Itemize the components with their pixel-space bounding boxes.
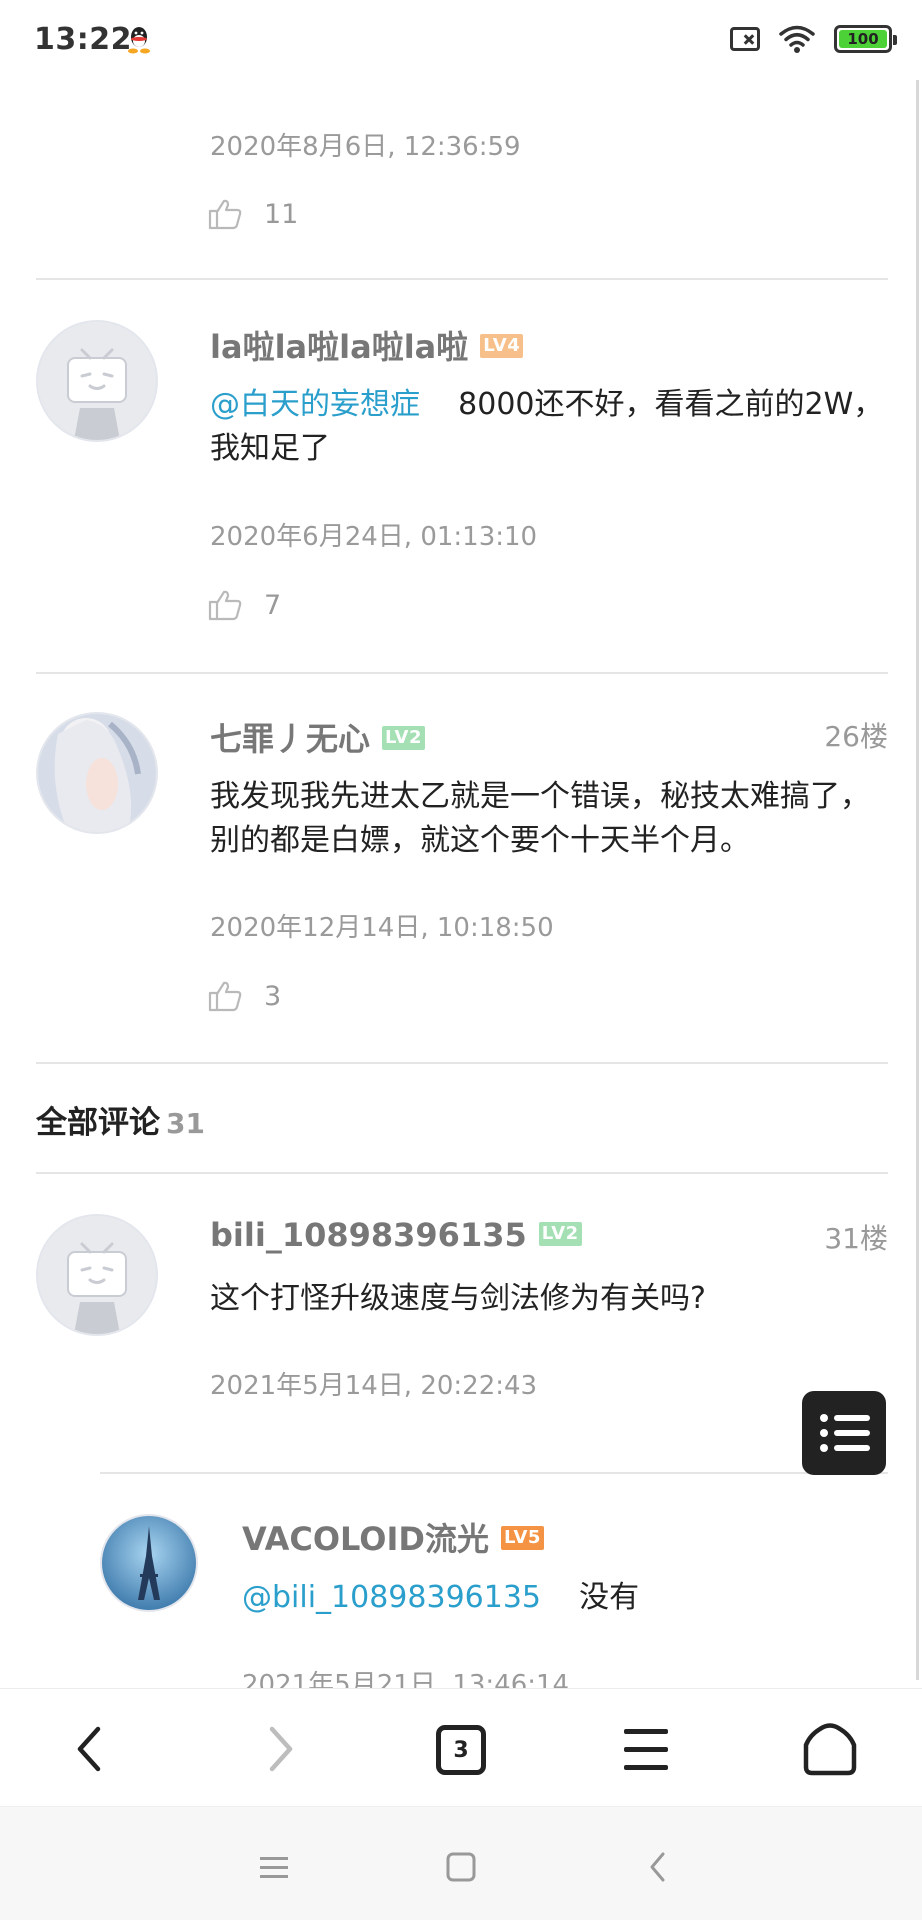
system-nav-bar: [0, 1806, 922, 1920]
browser-toolbar: 3: [0, 1688, 922, 1806]
like-count: 3: [264, 980, 282, 1012]
level-badge: LV5: [500, 1526, 544, 1550]
like-button[interactable]: 7: [208, 589, 281, 621]
comment-count: 31: [166, 1107, 205, 1140]
square-icon: [446, 1852, 476, 1882]
back-nav-button[interactable]: [628, 1837, 688, 1897]
avatar[interactable]: [36, 320, 158, 442]
thumbs-up-icon: [208, 199, 242, 230]
floor-number: 31楼: [824, 1222, 888, 1255]
level-badge: LV2: [382, 726, 425, 750]
like-button[interactable]: 11: [208, 198, 298, 230]
username-text: bili_10898396135: [210, 1216, 527, 1254]
reply-text: @bili_10898396135 没有: [242, 1576, 882, 1620]
qq-icon: [128, 27, 150, 54]
like-button[interactable]: 3: [208, 980, 281, 1012]
comment-timestamp: 2021年5月14日, 20:22:43: [210, 1371, 538, 1401]
hamburger-icon: [624, 1729, 668, 1770]
recent-apps-button[interactable]: [244, 1837, 304, 1897]
home-nav-button[interactable]: [431, 1837, 491, 1897]
comment-text: 我发现我先进太乙就是一个错误，秘技太难搞了，别的都是白嫖，就这个要个十天半个月。: [210, 779, 870, 858]
username-text: VACOLOID流光: [242, 1520, 489, 1558]
section-title-text: 全部评论: [36, 1105, 160, 1141]
comment-timestamp: 2020年6月24日, 01:13:10: [210, 522, 538, 552]
divider: [36, 672, 888, 674]
battery-level: 100: [839, 30, 887, 48]
scrollbar[interactable]: [916, 80, 919, 1680]
username[interactable]: 七罪丿无心 LV2: [210, 714, 425, 760]
divider: [36, 1062, 888, 1064]
comment-text: 这个打怪升级速度与剑法修为有关吗?: [210, 1281, 706, 1316]
chevron-right-icon: [269, 1726, 293, 1772]
username-text: la啦la啦la啦la啦: [210, 328, 469, 366]
username[interactable]: bili_10898396135 LV2: [210, 1216, 582, 1254]
battery-icon: 100: [834, 25, 897, 53]
home-icon: [803, 1723, 857, 1776]
thumbs-up-icon: [208, 981, 242, 1012]
clock: 13:22: [34, 22, 132, 57]
mention-link[interactable]: @bili_10898396135: [242, 1580, 541, 1615]
tab-count: 3: [453, 1737, 469, 1763]
like-count: 7: [264, 589, 282, 621]
menu-icon: [260, 1857, 288, 1878]
floor-number: 26楼: [824, 720, 888, 753]
tabs-icon: 3: [436, 1725, 486, 1775]
divider: [36, 1172, 888, 1174]
comment-text: @白天的妄想症 8000还不好，看看之前的2W，我知足了: [210, 383, 890, 471]
menu-button[interactable]: [586, 1689, 706, 1807]
chevron-left-icon: [77, 1726, 101, 1772]
comment-list[interactable]: 2020年8月6日, 12:36:59 11 la啦la啦la啦la啦 LV4 @…: [0, 0, 922, 1688]
level-badge: LV4: [480, 334, 524, 358]
reply-username[interactable]: VACOLOID流光 LV5: [242, 1514, 544, 1560]
avatar[interactable]: [36, 712, 158, 834]
floating-list-button[interactable]: [802, 1391, 886, 1475]
list-icon: [820, 1414, 870, 1452]
back-button[interactable]: [32, 1689, 152, 1807]
forward-button[interactable]: [218, 1689, 338, 1807]
avatar[interactable]: [36, 1214, 158, 1336]
status-bar: 13:22 100: [0, 0, 922, 80]
back-icon: [650, 1852, 665, 1882]
username[interactable]: la啦la啦la啦la啦 LV4: [210, 322, 524, 368]
reply-timestamp: 2021年5月21日, 13:46:14: [242, 1670, 570, 1688]
level-badge: LV2: [538, 1222, 582, 1246]
no-sim-icon: [730, 27, 760, 51]
comment-timestamp: 2020年12月14日, 10:18:50: [210, 913, 554, 943]
home-button[interactable]: [770, 1689, 890, 1807]
divider: [36, 278, 888, 280]
thumbs-up-icon: [208, 590, 242, 621]
section-heading: 全部评论 31: [36, 1097, 205, 1142]
reply-body: 没有: [579, 1580, 640, 1615]
like-count: 11: [264, 198, 299, 230]
username-text: 七罪丿无心: [210, 720, 371, 758]
wifi-icon: [779, 25, 815, 53]
status-icons: 100: [730, 24, 897, 54]
reply-divider: [100, 1472, 888, 1474]
avatar[interactable]: [100, 1514, 198, 1612]
mention-link[interactable]: @白天的妄想症: [210, 387, 420, 422]
tabs-button[interactable]: 3: [402, 1689, 522, 1807]
comment-timestamp: 2020年8月6日, 12:36:59: [210, 132, 521, 162]
